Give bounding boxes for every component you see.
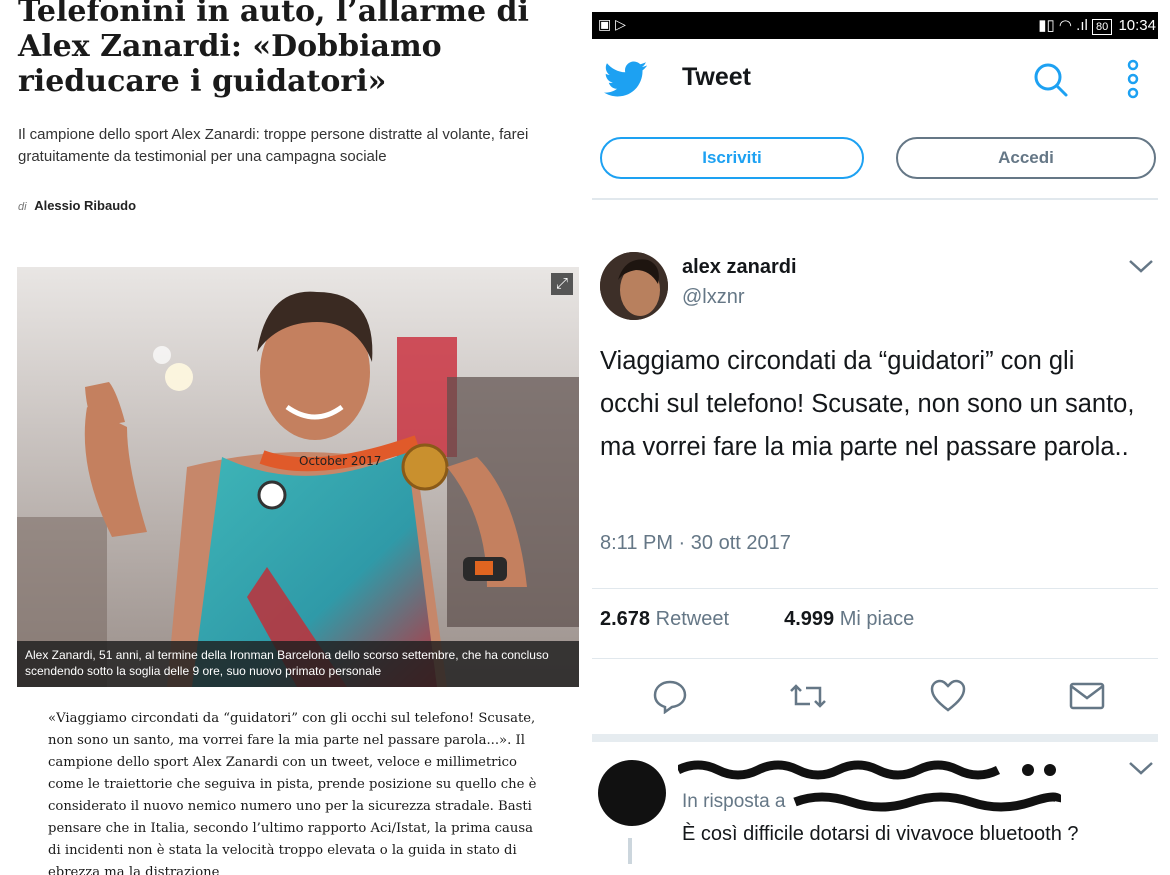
header-title: Tweet — [682, 63, 751, 91]
chevron-down-icon[interactable] — [1128, 760, 1154, 776]
tweet-author-name[interactable]: alex zanardi — [682, 256, 797, 279]
more-options-icon[interactable] — [1126, 59, 1140, 99]
tweet-actions — [592, 676, 1158, 720]
tweet-text: Viaggiamo circondati da “guidatori” con … — [600, 347, 1135, 461]
in-reply-prefix: In risposta a — [682, 791, 786, 812]
reply-icon[interactable] — [652, 678, 688, 714]
like-label[interactable]: Mi piace — [840, 608, 914, 630]
divider — [592, 588, 1158, 589]
redacted-mentions — [793, 792, 1064, 812]
twitter-bird-icon[interactable] — [604, 61, 648, 97]
avatar-image — [600, 252, 668, 320]
retweet-count[interactable]: 2.678 — [600, 608, 650, 630]
login-button[interactable]: Accedi — [896, 137, 1156, 179]
article-subtitle: Il campione dello sport Alex Zanardi: tr… — [18, 126, 529, 165]
heart-icon[interactable] — [930, 678, 966, 714]
phone-status-bar: ▣ ▷ ▮▯ ◠ .ıl 80 10:34 — [592, 12, 1158, 39]
expand-icon[interactable]: ⤢ — [551, 273, 573, 295]
article-body: «Viaggiamo circondati da “guidatori” con… — [48, 711, 537, 875]
thread-line — [628, 838, 632, 864]
photo-caption: Alex Zanardi, 51 anni, al termine della … — [17, 641, 579, 687]
status-right: ▮▯ ◠ .ıl 80 10:34 — [1038, 16, 1156, 35]
article-headline: Telefonini in auto, l’allarme di Alex Za… — [18, 0, 529, 99]
signup-button[interactable]: Iscriviti — [600, 137, 864, 179]
direct-message-icon[interactable] — [1068, 678, 1106, 714]
reply-avatar-redacted[interactable] — [598, 760, 666, 826]
battery-indicator: 80 — [1092, 19, 1113, 35]
redaction-scribble — [675, 760, 1056, 780]
clock: 10:34 — [1118, 17, 1156, 34]
article-byline: di Alessio Ribaudo — [18, 198, 136, 213]
news-article: Telefonini in auto, l’allarme di Alex Za… — [0, 0, 585, 875]
like-count[interactable]: 4.999 — [784, 608, 834, 630]
avatar[interactable] — [600, 252, 668, 320]
in-reply-to: In risposta a — [682, 791, 1064, 813]
author-link[interactable]: Alessio Ribaudo — [34, 198, 136, 213]
twitter-mobile-view: ▣ ▷ ▮▯ ◠ .ıl 80 10:34 Tweet Iscriviti Ac… — [592, 0, 1170, 875]
byline-prefix: di — [18, 201, 27, 213]
divider — [592, 658, 1158, 659]
notification-icons: ▣ ▷ — [598, 16, 626, 32]
reply-text: È così difficile dotarsi di vivavoce blu… — [682, 823, 1079, 845]
athlete-photo-illustration: October 2017 — [17, 267, 579, 687]
tweet-timestamp: 8:11 PM · 30 ott 2017 — [600, 532, 791, 554]
signal-icon: ▮▯ ◠ .ıl — [1038, 17, 1088, 34]
divider — [592, 198, 1158, 200]
chevron-down-icon[interactable] — [1128, 258, 1154, 274]
retweet-icon[interactable] — [788, 678, 828, 714]
ribbon-text: October 2017 — [299, 454, 381, 468]
tweet-stats: 2.678 Retweet 4.999 Mi piace — [600, 608, 914, 631]
section-separator — [592, 734, 1158, 742]
tweet-author-handle[interactable]: @lxznr — [682, 286, 745, 309]
retweet-label[interactable]: Retweet — [656, 608, 729, 630]
search-icon[interactable] — [1032, 61, 1070, 99]
article-photo[interactable]: October 2017 ⤢ Alex Zanardi, 51 anni, al… — [17, 267, 579, 687]
reply-author-redacted[interactable] — [675, 758, 1078, 788]
tweet-header: Tweet — [592, 39, 1158, 121]
